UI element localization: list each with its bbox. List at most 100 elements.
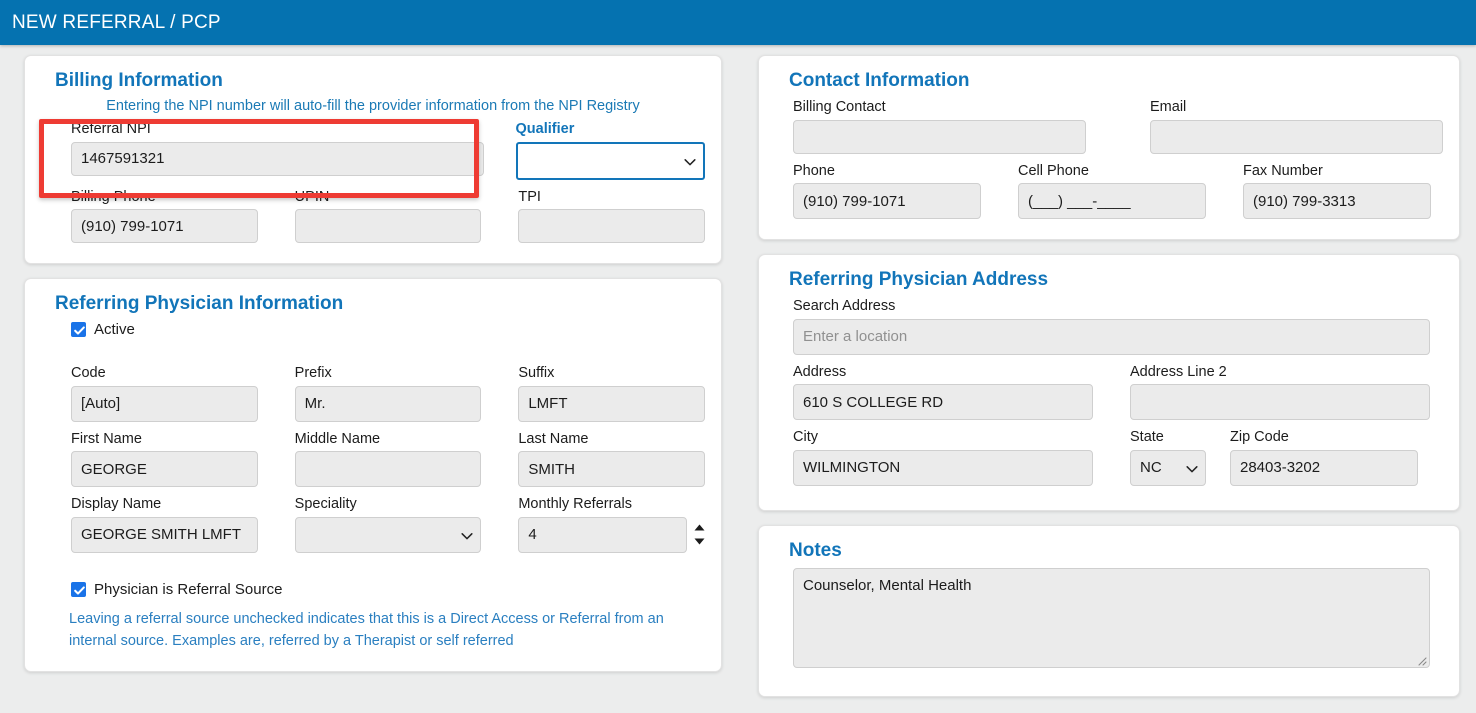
stepper-up-icon[interactable] xyxy=(694,524,705,531)
tpi-input[interactable] xyxy=(518,209,705,243)
qualifier-field-group: Qualifier xyxy=(516,120,705,180)
fax-number-input[interactable] xyxy=(1243,183,1431,219)
referral-source-checkbox-row[interactable]: Physician is Referral Source xyxy=(71,581,705,598)
address-row-1: Address Address Line 2 xyxy=(793,363,1443,427)
zip-code-input[interactable] xyxy=(1230,450,1418,486)
right-column: Contact Information Billing Contact Emai… xyxy=(758,55,1460,711)
chevron-down-icon xyxy=(460,529,472,541)
referring-physician-address-card: Referring Physician Address Search Addre… xyxy=(758,254,1460,511)
referral-source-checkbox[interactable] xyxy=(71,582,86,597)
app-header: NEW REFERRAL / PCP xyxy=(0,0,1476,45)
middle-name-input[interactable] xyxy=(295,451,482,487)
state-field-group: State NC xyxy=(1130,428,1206,486)
display-name-input[interactable] xyxy=(71,517,258,553)
last-name-label: Last Name xyxy=(518,430,705,450)
last-name-input[interactable] xyxy=(518,451,705,487)
search-address-input[interactable] xyxy=(793,319,1430,355)
contact-information-title: Contact Information xyxy=(789,70,1443,92)
billing-contact-input[interactable] xyxy=(793,120,1086,154)
email-input[interactable] xyxy=(1150,120,1443,154)
npi-autofill-hint: Entering the NPI number will auto-fill t… xyxy=(41,98,705,114)
address-row-2: City State NC Zip Code xyxy=(793,428,1443,492)
first-name-input[interactable] xyxy=(71,451,258,487)
billing-row-1: Referral NPI Qualifier xyxy=(71,120,705,186)
notes-textarea-wrapper xyxy=(793,568,1430,668)
state-label: State xyxy=(1130,428,1206,448)
search-address-label: Search Address xyxy=(793,297,1430,317)
city-input[interactable] xyxy=(793,450,1093,486)
upin-field-group: UPIN xyxy=(295,188,482,244)
monthly-referrals-stepper[interactable] xyxy=(518,517,705,553)
zip-code-label: Zip Code xyxy=(1230,428,1418,448)
speciality-select[interactable] xyxy=(295,517,482,553)
cell-phone-label: Cell Phone xyxy=(1018,162,1206,182)
first-name-field-group: First Name xyxy=(71,430,258,488)
referral-npi-label: Referral NPI xyxy=(71,120,484,140)
first-name-label: First Name xyxy=(71,430,258,450)
physician-row-3: Display Name Speciality Monthly Referral… xyxy=(71,495,705,559)
zip-code-field-group: Zip Code xyxy=(1230,428,1418,486)
notes-card: Notes xyxy=(758,525,1460,697)
phone-input[interactable] xyxy=(793,183,981,219)
referral-source-note: Leaving a referral source unchecked indi… xyxy=(69,608,689,653)
state-select[interactable]: NC xyxy=(1130,450,1206,486)
address-label: Address xyxy=(793,363,1093,383)
prefix-input[interactable] xyxy=(295,386,482,422)
billing-row-2: Billing Phone UPIN TPI xyxy=(71,188,705,250)
active-checkbox-label: Active xyxy=(94,321,135,338)
tpi-label: TPI xyxy=(518,188,705,208)
referring-physician-information-title: Referring Physician Information xyxy=(55,293,705,315)
speciality-field-group: Speciality xyxy=(295,495,482,553)
cell-phone-input[interactable] xyxy=(1018,183,1206,219)
active-checkbox[interactable] xyxy=(71,322,86,337)
monthly-referrals-field-group: Monthly Referrals xyxy=(518,495,705,553)
stepper-buttons[interactable] xyxy=(687,517,705,553)
fax-number-field-group: Fax Number xyxy=(1243,162,1431,220)
state-selected-value: NC xyxy=(1140,459,1162,476)
prefix-label: Prefix xyxy=(295,364,482,384)
referral-npi-field-group: Referral NPI xyxy=(71,120,484,180)
physician-row-2: First Name Middle Name Last Name xyxy=(71,430,705,494)
referral-npi-input[interactable] xyxy=(71,142,484,176)
billing-information-title: Billing Information xyxy=(55,70,705,92)
monthly-referrals-label: Monthly Referrals xyxy=(518,495,705,515)
search-address-field-group: Search Address xyxy=(793,297,1430,355)
suffix-label: Suffix xyxy=(518,364,705,384)
suffix-input[interactable] xyxy=(518,386,705,422)
code-input[interactable] xyxy=(71,386,258,422)
display-name-field-group: Display Name xyxy=(71,495,258,553)
physician-row-1: Code Prefix Suffix xyxy=(71,364,705,428)
code-field-group: Code xyxy=(71,364,258,422)
address-line-2-input[interactable] xyxy=(1130,384,1430,420)
notes-title: Notes xyxy=(789,540,1443,562)
qualifier-label: Qualifier xyxy=(516,120,705,140)
billing-contact-label: Billing Contact xyxy=(793,98,1086,118)
stepper-down-icon[interactable] xyxy=(694,538,705,545)
referring-physician-information-card: Referring Physician Information Active C… xyxy=(24,278,722,672)
fax-number-label: Fax Number xyxy=(1243,162,1431,182)
billing-information-card: Billing Information Entering the NPI num… xyxy=(24,55,722,264)
middle-name-label: Middle Name xyxy=(295,430,482,450)
monthly-referrals-input[interactable] xyxy=(518,517,687,553)
contact-row-1: Billing Contact Email xyxy=(793,98,1443,160)
display-name-label: Display Name xyxy=(71,495,258,515)
page-title: NEW REFERRAL / PCP xyxy=(12,12,221,34)
cell-phone-field-group: Cell Phone xyxy=(1018,162,1206,220)
billing-phone-field-group: Billing Phone xyxy=(71,188,258,244)
upin-label: UPIN xyxy=(295,188,482,208)
contact-row-2: Phone Cell Phone Fax Number xyxy=(793,162,1443,226)
suffix-field-group: Suffix xyxy=(518,364,705,422)
qualifier-select[interactable] xyxy=(516,142,705,180)
page-body: Billing Information Entering the NPI num… xyxy=(0,45,1476,711)
phone-field-group: Phone xyxy=(793,162,981,220)
upin-input[interactable] xyxy=(295,209,482,243)
prefix-field-group: Prefix xyxy=(295,364,482,422)
billing-phone-label: Billing Phone xyxy=(71,188,258,208)
referral-source-checkbox-label: Physician is Referral Source xyxy=(94,581,282,598)
address-line-2-label: Address Line 2 xyxy=(1130,363,1430,383)
active-checkbox-row[interactable]: Active xyxy=(71,321,705,338)
address-input[interactable] xyxy=(793,384,1093,420)
billing-phone-input[interactable] xyxy=(71,209,258,243)
notes-textarea[interactable] xyxy=(793,568,1430,668)
email-field-group: Email xyxy=(1150,98,1443,154)
